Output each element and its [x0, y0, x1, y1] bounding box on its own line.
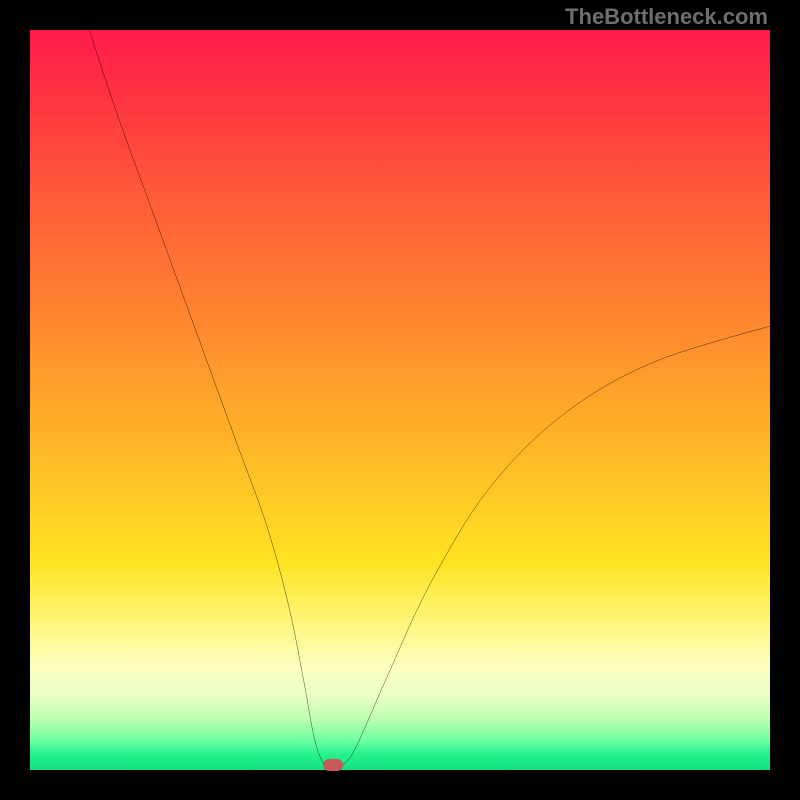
bottleneck-curve — [89, 30, 770, 769]
chart-svg — [30, 30, 770, 770]
plot-area — [30, 30, 770, 770]
watermark-text: TheBottleneck.com — [565, 4, 768, 30]
optimal-point-marker — [323, 759, 343, 771]
chart-frame: TheBottleneck.com — [0, 0, 800, 800]
